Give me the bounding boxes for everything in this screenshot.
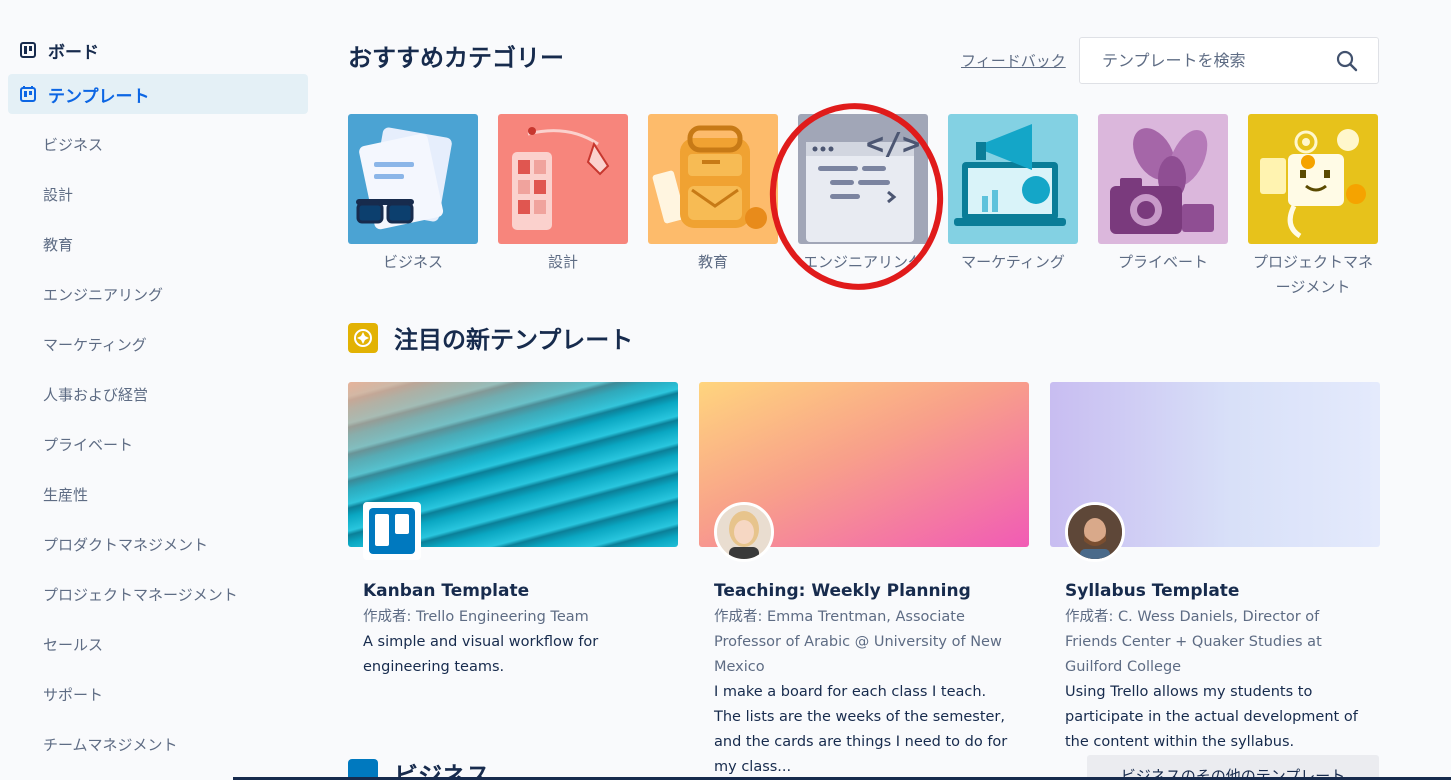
avatar [1065,502,1125,562]
category-label: 教育 [697,253,728,271]
sidebar-item-business[interactable]: ビジネス [8,119,308,169]
board-icon [20,42,36,58]
template-icon [20,86,36,102]
sparkle-icon [348,322,378,353]
project-management-illustration [1248,114,1378,244]
featured-title-text: 注目の新テンプレート [394,326,634,354]
card-banner [348,382,678,560]
template-card[interactable]: Teaching: Weekly Planning 作成者: Emma Tren… [699,382,1029,780]
sidebar-item-project-management[interactable]: プロジェクトマネージメント [8,569,308,619]
feedback-link[interactable]: フィードバック [961,50,1066,71]
category-label: プライベート [1117,253,1208,271]
sidebar-item-product-management[interactable]: プロダクトマネジメント [8,519,308,569]
card-description: I make a board for each class I teach. T… [714,684,1008,775]
category-label: エンジニアリング [802,253,923,271]
sidebar-item-templates[interactable]: テンプレート [8,74,308,114]
education-illustration [648,114,778,244]
sidebar-item-label: ボード [48,42,99,63]
engineering-illustration: </> [798,114,928,244]
design-illustration [498,114,628,244]
category-label: 設計 [547,253,578,271]
template-card[interactable]: Kanban Template 作成者: Trello Engineering … [348,382,678,780]
featured-cards: Kanban Template 作成者: Trello Engineering … [348,382,1380,780]
page-title: おすすめカテゴリー [348,44,564,72]
marketing-illustration [948,114,1078,244]
sidebar-item-support[interactable]: サポート [8,669,308,719]
card-author: 作成者: Trello Engineering Team [363,609,589,625]
category-personal[interactable]: プライベート [1098,114,1228,300]
personal-illustration [1098,114,1228,244]
category-education[interactable]: 教育 [648,114,778,300]
trello-logo [363,502,421,560]
sidebar-item-sales[interactable]: セールス [8,619,308,669]
search-box[interactable] [1079,37,1379,84]
category-design[interactable]: 設計 [498,114,628,300]
sidebar-item-education[interactable]: 教育 [8,219,308,269]
featured-section-title: 注目の新テンプレート [348,320,633,355]
card-title: Kanban Template [363,581,530,601]
sidebar-item-productivity[interactable]: 生産性 [8,469,308,519]
search-icon[interactable] [1336,50,1358,72]
category-list: ビジネス 設計 教育 </> エンジニアリング マーケティング プライベート プ… [348,114,1378,300]
category-marketing[interactable]: マーケティング [948,114,1078,300]
avatar [714,502,774,562]
category-label: ビジネス [382,253,443,271]
sidebar-item-boards[interactable]: ボード [8,30,308,70]
card-banner [699,382,1029,562]
sidebar-item-design[interactable]: 設計 [8,169,308,219]
card-banner [1050,382,1380,562]
category-project-management[interactable]: プロジェクトマネージメント [1248,114,1378,300]
business-illustration [348,114,478,244]
category-engineering[interactable]: </> エンジニアリング [798,114,928,300]
card-description: Using Trello allows my students to parti… [1065,684,1358,750]
sidebar-item-hr-operations[interactable]: 人事および経営 [8,369,308,419]
category-label: プロジェクトマネージメント [1252,253,1373,296]
card-title: Syllabus Template [1065,581,1240,601]
card-description: A simple and visual workflow for enginee… [363,634,599,675]
card-title: Teaching: Weekly Planning [714,581,971,601]
sidebar-item-team-management[interactable]: チームマネジメント [8,719,308,769]
search-input[interactable] [1102,51,1332,70]
template-card[interactable]: Syllabus Template 作成者: C. Wess Daniels, … [1050,382,1380,780]
category-business[interactable]: ビジネス [348,114,478,300]
sidebar-item-engineering[interactable]: エンジニアリング [8,269,308,319]
sidebar: ボード テンプレート ビジネス 設計 教育 エンジニアリング マーケティング 人… [8,30,308,769]
card-author: 作成者: Emma Trentman, Associate Professor … [714,609,1002,675]
card-author: 作成者: C. Wess Daniels, Director of Friend… [1065,609,1322,675]
sidebar-item-label: テンプレート [48,86,150,107]
sidebar-item-marketing[interactable]: マーケティング [8,319,308,369]
sidebar-item-personal[interactable]: プライベート [8,419,308,469]
svg-text:</>: </> [866,127,920,162]
category-label: マーケティング [961,253,1065,271]
